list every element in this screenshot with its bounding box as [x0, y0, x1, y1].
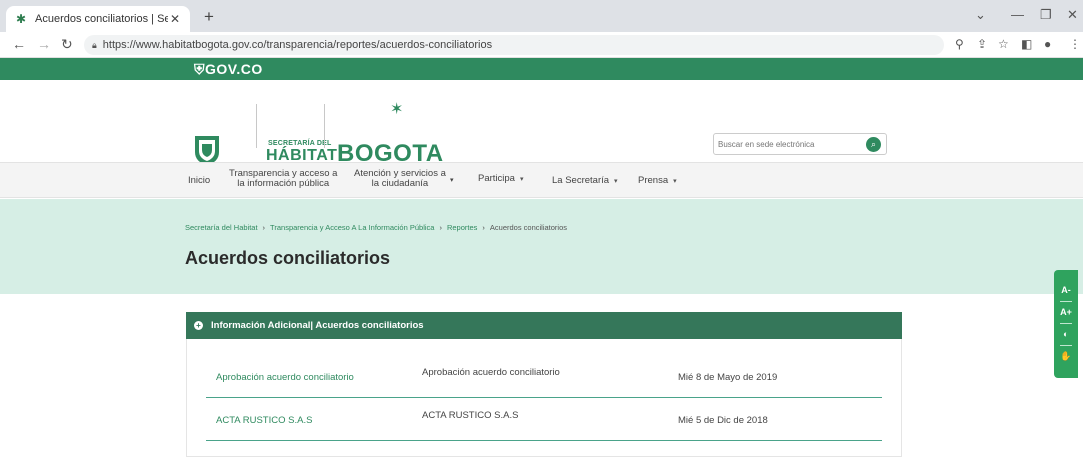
sign-language-icon[interactable]: ✋: [1054, 351, 1078, 362]
divider: [1060, 345, 1072, 346]
secretaria-label: SECRETARÍA DEL: [268, 140, 332, 147]
chevron-right-icon: ›: [439, 223, 442, 232]
url-text: https://www.habitatbogota.gov.co/transpa…: [102, 39, 493, 51]
star-icon[interactable]: ☆: [998, 37, 1009, 51]
url-field[interactable]: 🔒︎ https://www.habitatbogota.gov.co/tran…: [84, 35, 944, 55]
chevron-down-icon: ▾: [519, 176, 524, 183]
panel-header-label: Información Adicional| Acuerdos concilia…: [211, 320, 424, 331]
tab-close-icon[interactable]: ✕: [168, 12, 182, 26]
gov-co-logo[interactable]: ⛨GOV.CO: [194, 61, 263, 78]
breadcrumb-current: Acuerdos conciliatorios: [489, 223, 568, 232]
minimize-icon[interactable]: —: [1011, 8, 1024, 22]
header-divider: [256, 104, 257, 148]
chevron-right-icon: ›: [262, 223, 266, 232]
new-tab-icon[interactable]: +: [204, 8, 214, 26]
document-description: ACTA RUSTICO S.A.S: [422, 410, 519, 421]
table-row: ACTA RUSTICO S.A.S ACTA RUSTICO S.A.S Mi…: [206, 398, 882, 441]
browser-tab[interactable]: ✱ Acuerdos conciliatorios | Secreta ✕: [6, 6, 190, 32]
search-icon[interactable]: ⌕: [866, 137, 881, 152]
gov-co-bar: ⛨GOV.CO: [0, 58, 1083, 80]
nav-item-transparencia[interactable]: Transparencia y acceso a la información …: [229, 169, 337, 189]
search-box: ⌕: [713, 133, 887, 155]
table-row: Aprobación acuerdo conciliatorio Aprobac…: [206, 355, 882, 398]
chevron-right-icon: ›: [482, 223, 485, 232]
chevron-down-icon: ▾: [673, 178, 677, 185]
main-navigation: Inicio Transparencia y acceso a la infor…: [0, 162, 1083, 198]
browser-tab-bar: ✱ Acuerdos conciliatorios | Secreta ✕ + …: [0, 0, 1083, 32]
lock-icon: 🔒︎: [92, 39, 97, 50]
divider: [1060, 323, 1072, 324]
gov-co-shield-icon: ⛨: [194, 61, 205, 77]
menu-icon[interactable]: ⋮: [1069, 37, 1081, 51]
chevron-down-icon: ▾: [450, 177, 454, 184]
breadcrumb-link[interactable]: Transparencia y Acceso A La Información …: [270, 223, 434, 232]
site-favicon-icon: ✱: [15, 12, 27, 26]
document-link[interactable]: Aprobación acuerdo conciliatorio: [216, 372, 354, 383]
address-bar: ← → ↻ 🔒︎ https://www.habitatbogota.gov.c…: [0, 32, 1083, 58]
reload-icon[interactable]: ↻: [61, 36, 73, 52]
share-icon[interactable]: ⇪: [977, 37, 987, 51]
increase-font-button[interactable]: A+: [1054, 307, 1078, 317]
breadcrumb-link[interactable]: Reportes: [447, 223, 477, 232]
close-window-icon[interactable]: ✕: [1067, 8, 1078, 22]
breadcrumb-link[interactable]: Secretaría del Habitat: [185, 223, 258, 232]
nav-item-participa[interactable]: Participa ▾: [478, 174, 523, 185]
breadcrumb: Secretaría del Habitat › Transparencia y A…: [185, 223, 567, 232]
tab-title: Acuerdos conciliatorios | Secreta: [35, 13, 168, 25]
contrast-icon[interactable]: ◐: [1054, 329, 1078, 339]
panel-header[interactable]: + Información Adicional| Acuerdos concil…: [186, 312, 902, 339]
maximize-icon[interactable]: ❐: [1040, 8, 1052, 22]
document-date: Mié 8 de Mayo de 2019: [678, 372, 778, 383]
document-description: Aprobación acuerdo conciliatorio: [422, 367, 560, 378]
nav-item-prensa[interactable]: Prensa ▾: [638, 176, 677, 187]
divider: [1060, 301, 1072, 302]
nav-item-inicio[interactable]: Inicio: [188, 176, 210, 186]
page-title: Acuerdos conciliatorios: [185, 248, 391, 268]
nav-item-la-secretaria[interactable]: La Secretaría ▾: [552, 176, 618, 187]
bogota-star-icon: ✶: [390, 101, 404, 118]
decrease-font-button[interactable]: A-: [1054, 285, 1078, 295]
document-link[interactable]: ACTA RUSTICO S.A.S: [216, 415, 312, 426]
plus-circle-icon: +: [194, 321, 203, 330]
site-header: [0, 80, 1083, 162]
tab-search-icon[interactable]: ⌄: [975, 8, 986, 22]
chevron-down-icon: ▾: [614, 178, 618, 185]
profile-icon[interactable]: ●: [1044, 37, 1051, 51]
back-arrow-icon[interactable]: ←: [12, 36, 26, 52]
search-input[interactable]: [718, 136, 858, 152]
accessibility-toolbar: A- A+ ◐ ✋: [1054, 270, 1078, 378]
nav-item-atencion[interactable]: Atención y servicios a la ciudadanía: [354, 169, 446, 189]
page-hero: [0, 199, 1083, 294]
forward-arrow-icon[interactable]: →: [37, 36, 51, 52]
side-panel-icon[interactable]: ◧: [1021, 37, 1032, 51]
document-date: Mié 5 de Dic de 2018: [678, 415, 768, 426]
zoom-icon[interactable]: ⚲: [955, 37, 964, 51]
header-divider: [324, 104, 325, 148]
